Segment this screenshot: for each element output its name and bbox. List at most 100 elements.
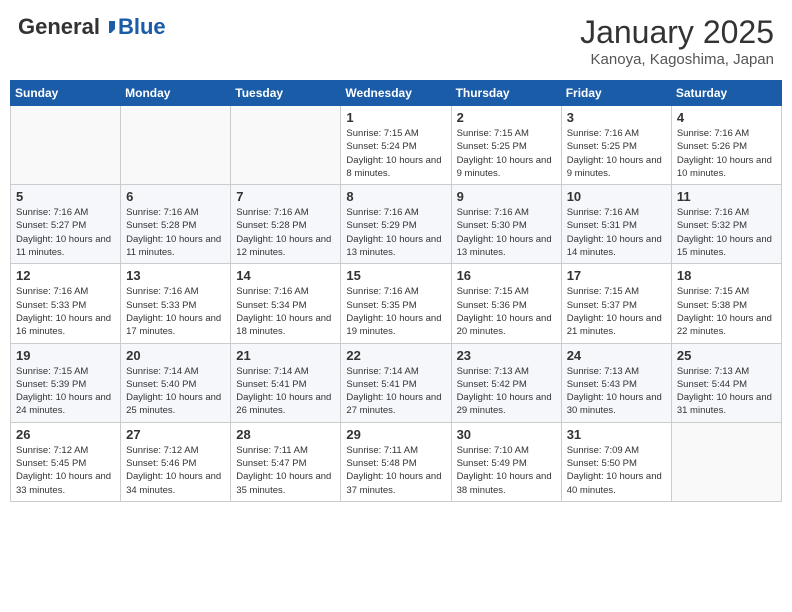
day-number: 3 [567, 110, 666, 125]
day-info: Sunrise: 7:16 AM Sunset: 5:33 PM Dayligh… [126, 285, 225, 338]
weekday-header-thursday: Thursday [451, 81, 561, 106]
day-info: Sunrise: 7:15 AM Sunset: 5:37 PM Dayligh… [567, 285, 666, 338]
day-info: Sunrise: 7:11 AM Sunset: 5:47 PM Dayligh… [236, 444, 335, 497]
day-number: 18 [677, 268, 776, 283]
weekday-header-sunday: Sunday [11, 81, 121, 106]
day-number: 16 [457, 268, 556, 283]
day-number: 22 [346, 348, 445, 363]
calendar-day-29: 29 Sunrise: 7:11 AM Sunset: 5:48 PM Dayli… [341, 422, 451, 501]
calendar-day-19: 19 Sunrise: 7:15 AM Sunset: 5:39 PM Dayli… [11, 343, 121, 422]
calendar-day-10: 10Sunrise: 7:16 AM Sunset: 5:31 PM Dayli… [561, 185, 671, 264]
calendar-day-7: 7 Sunrise: 7:16 AM Sunset: 5:28 PM Daylig… [231, 185, 341, 264]
calendar-day-2: 2Sunrise: 7:15 AM Sunset: 5:25 PM Daylig… [451, 106, 561, 185]
weekday-header-tuesday: Tuesday [231, 81, 341, 106]
empty-cell [671, 422, 781, 501]
calendar-day-12: 12 Sunrise: 7:16 AM Sunset: 5:33 PM Dayli… [11, 264, 121, 343]
location-title: Kanoya, Kagoshima, Japan [580, 51, 774, 68]
day-info: Sunrise: 7:16 AM Sunset: 5:26 PM Dayligh… [677, 127, 776, 180]
empty-cell [11, 106, 121, 185]
day-info: Sunrise: 7:13 AM Sunset: 5:42 PM Dayligh… [457, 365, 556, 418]
weekday-header-saturday: Saturday [671, 81, 781, 106]
weekday-header-row: SundayMondayTuesdayWednesdayThursdayFrid… [11, 81, 782, 106]
day-number: 10 [567, 189, 666, 204]
logo: General Blue [18, 14, 166, 40]
day-number: 5 [16, 189, 115, 204]
calendar-week-1: 1 Sunrise: 7:15 AM Sunset: 5:24 PM Daylig… [11, 106, 782, 185]
day-info: Sunrise: 7:15 AM Sunset: 5:39 PM Dayligh… [16, 365, 115, 418]
calendar-day-30: 30 Sunrise: 7:10 AM Sunset: 5:49 PM Dayli… [451, 422, 561, 501]
calendar-day-28: 28 Sunrise: 7:11 AM Sunset: 5:47 PM Dayli… [231, 422, 341, 501]
calendar-day-18: 18 Sunrise: 7:15 AM Sunset: 5:38 PM Dayli… [671, 264, 781, 343]
day-info: Sunrise: 7:16 AM Sunset: 5:25 PM Dayligh… [567, 127, 666, 180]
calendar-week-3: 12 Sunrise: 7:16 AM Sunset: 5:33 PM Dayli… [11, 264, 782, 343]
day-info: Sunrise: 7:15 AM Sunset: 5:25 PM Dayligh… [457, 127, 556, 180]
day-info: Sunrise: 7:16 AM Sunset: 5:27 PM Dayligh… [16, 206, 115, 259]
calendar-table: SundayMondayTuesdayWednesdayThursdayFrid… [10, 80, 782, 502]
day-info: Sunrise: 7:16 AM Sunset: 5:32 PM Dayligh… [677, 206, 776, 259]
day-info: Sunrise: 7:13 AM Sunset: 5:44 PM Dayligh… [677, 365, 776, 418]
day-info: Sunrise: 7:10 AM Sunset: 5:49 PM Dayligh… [457, 444, 556, 497]
calendar-week-5: 26Sunrise: 7:12 AM Sunset: 5:45 PM Dayli… [11, 422, 782, 501]
calendar-day-9: 9Sunrise: 7:16 AM Sunset: 5:30 PM Daylig… [451, 185, 561, 264]
day-number: 24 [567, 348, 666, 363]
day-info: Sunrise: 7:16 AM Sunset: 5:28 PM Dayligh… [236, 206, 335, 259]
day-info: Sunrise: 7:14 AM Sunset: 5:41 PM Dayligh… [346, 365, 445, 418]
calendar-day-20: 20 Sunrise: 7:14 AM Sunset: 5:40 PM Dayli… [121, 343, 231, 422]
calendar-day-11: 11Sunrise: 7:16 AM Sunset: 5:32 PM Dayli… [671, 185, 781, 264]
calendar-day-31: 31 Sunrise: 7:09 AM Sunset: 5:50 PM Dayli… [561, 422, 671, 501]
calendar-day-27: 27Sunrise: 7:12 AM Sunset: 5:46 PM Dayli… [121, 422, 231, 501]
calendar-day-16: 16Sunrise: 7:15 AM Sunset: 5:36 PM Dayli… [451, 264, 561, 343]
calendar-day-25: 25 Sunrise: 7:13 AM Sunset: 5:44 PM Dayli… [671, 343, 781, 422]
empty-cell [231, 106, 341, 185]
day-number: 27 [126, 427, 225, 442]
calendar-day-22: 22 Sunrise: 7:14 AM Sunset: 5:41 PM Dayli… [341, 343, 451, 422]
day-info: Sunrise: 7:09 AM Sunset: 5:50 PM Dayligh… [567, 444, 666, 497]
day-number: 7 [236, 189, 335, 204]
day-number: 19 [16, 348, 115, 363]
day-number: 21 [236, 348, 335, 363]
calendar-day-4: 4 Sunrise: 7:16 AM Sunset: 5:26 PM Daylig… [671, 106, 781, 185]
day-number: 30 [457, 427, 556, 442]
day-number: 13 [126, 268, 225, 283]
day-number: 23 [457, 348, 556, 363]
day-number: 6 [126, 189, 225, 204]
day-number: 20 [126, 348, 225, 363]
day-number: 25 [677, 348, 776, 363]
calendar-day-17: 17 Sunrise: 7:15 AM Sunset: 5:37 PM Dayli… [561, 264, 671, 343]
title-area: January 2025 Kanoya, Kagoshima, Japan [580, 14, 774, 68]
day-info: Sunrise: 7:16 AM Sunset: 5:33 PM Dayligh… [16, 285, 115, 338]
day-info: Sunrise: 7:16 AM Sunset: 5:35 PM Dayligh… [346, 285, 445, 338]
day-info: Sunrise: 7:14 AM Sunset: 5:40 PM Dayligh… [126, 365, 225, 418]
empty-cell [121, 106, 231, 185]
calendar-day-3: 3 Sunrise: 7:16 AM Sunset: 5:25 PM Daylig… [561, 106, 671, 185]
day-number: 15 [346, 268, 445, 283]
day-number: 1 [346, 110, 445, 125]
day-info: Sunrise: 7:13 AM Sunset: 5:43 PM Dayligh… [567, 365, 666, 418]
calendar-day-23: 23 Sunrise: 7:13 AM Sunset: 5:42 PM Dayli… [451, 343, 561, 422]
calendar-week-4: 19 Sunrise: 7:15 AM Sunset: 5:39 PM Dayli… [11, 343, 782, 422]
logo-general: General [18, 14, 100, 40]
day-number: 31 [567, 427, 666, 442]
day-info: Sunrise: 7:11 AM Sunset: 5:48 PM Dayligh… [346, 444, 445, 497]
logo-blue: Blue [118, 14, 166, 40]
day-number: 17 [567, 268, 666, 283]
day-info: Sunrise: 7:15 AM Sunset: 5:38 PM Dayligh… [677, 285, 776, 338]
day-number: 4 [677, 110, 776, 125]
day-number: 8 [346, 189, 445, 204]
calendar-day-15: 15 Sunrise: 7:16 AM Sunset: 5:35 PM Dayli… [341, 264, 451, 343]
day-number: 14 [236, 268, 335, 283]
day-info: Sunrise: 7:15 AM Sunset: 5:24 PM Dayligh… [346, 127, 445, 180]
calendar-day-8: 8Sunrise: 7:16 AM Sunset: 5:29 PM Daylig… [341, 185, 451, 264]
day-number: 29 [346, 427, 445, 442]
day-number: 12 [16, 268, 115, 283]
weekday-header-friday: Friday [561, 81, 671, 106]
day-number: 28 [236, 427, 335, 442]
weekday-header-wednesday: Wednesday [341, 81, 451, 106]
calendar-day-24: 24 Sunrise: 7:13 AM Sunset: 5:43 PM Dayli… [561, 343, 671, 422]
calendar-day-1: 1 Sunrise: 7:15 AM Sunset: 5:24 PM Daylig… [341, 106, 451, 185]
month-title: January 2025 [580, 14, 774, 51]
calendar-week-2: 5 Sunrise: 7:16 AM Sunset: 5:27 PM Daylig… [11, 185, 782, 264]
calendar-day-5: 5 Sunrise: 7:16 AM Sunset: 5:27 PM Daylig… [11, 185, 121, 264]
logo-icon [101, 19, 117, 35]
day-info: Sunrise: 7:12 AM Sunset: 5:45 PM Dayligh… [16, 444, 115, 497]
